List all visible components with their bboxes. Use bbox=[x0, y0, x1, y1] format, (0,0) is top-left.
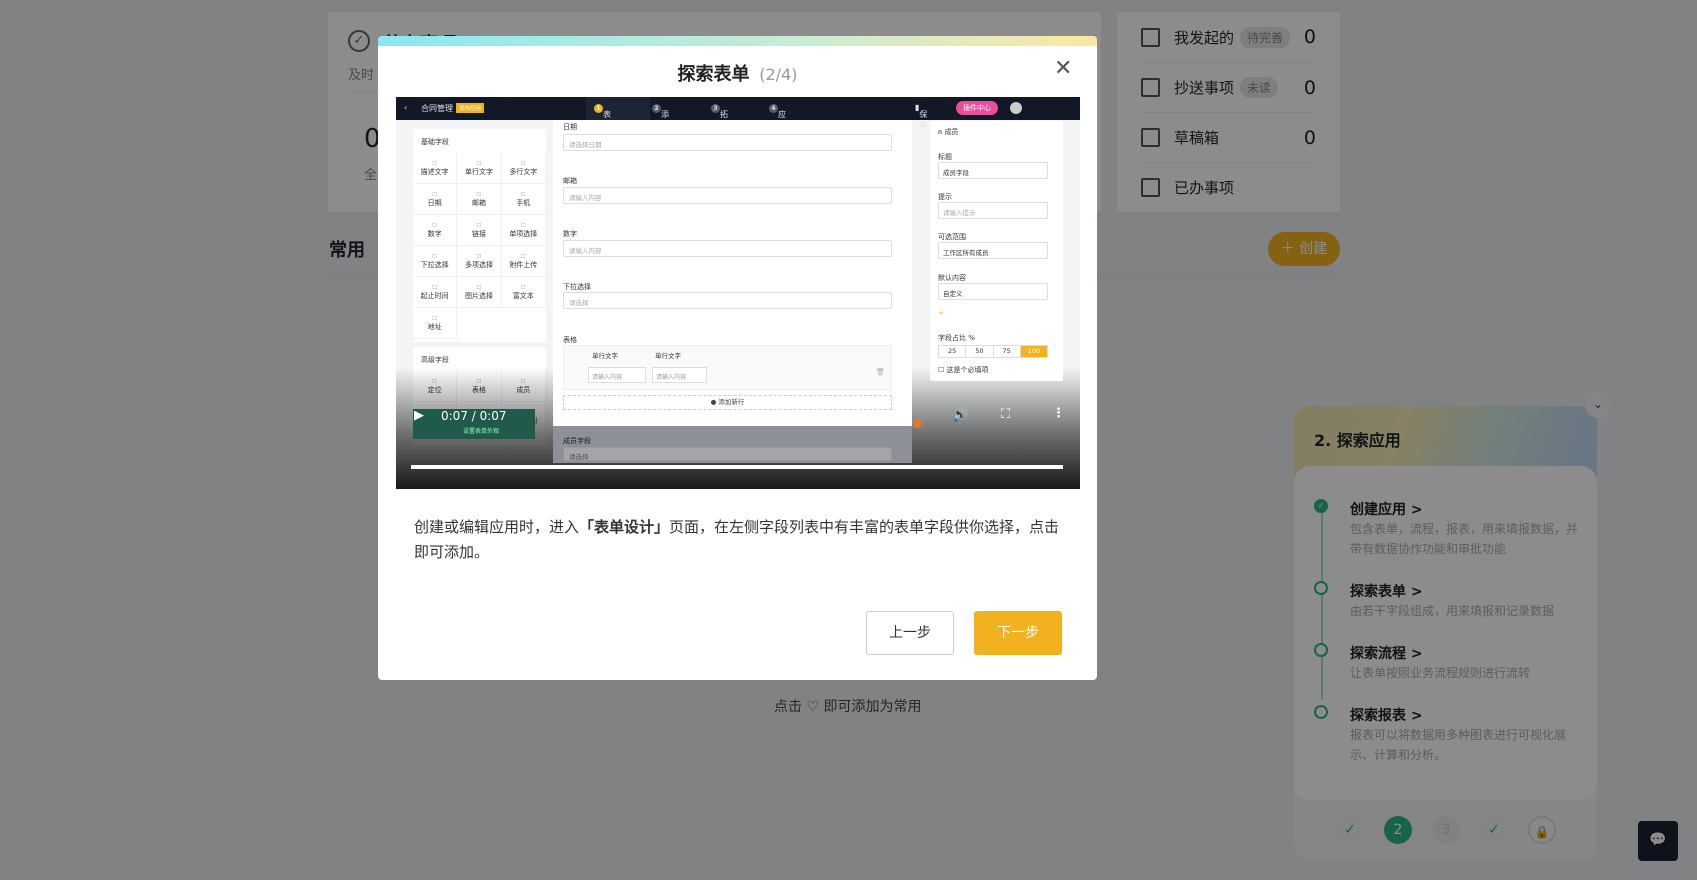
field-type-item: 链接 bbox=[457, 215, 502, 246]
volume-icon[interactable]: 🔊 bbox=[952, 408, 968, 423]
table-cell-input: 请输入内容 bbox=[588, 367, 646, 383]
ratio-option: 50 bbox=[966, 346, 994, 357]
title-input: 成员字段 bbox=[938, 162, 1048, 179]
title-progress: (2/4) bbox=[759, 65, 798, 84]
add-row-button: ● 添加新行 bbox=[563, 395, 892, 410]
field-type-item: 富文本 bbox=[501, 277, 546, 308]
basic-fields-grid: 描述文字单行文字多行文字日期邮箱手机数字链接单项选择下拉选择多项选择附件上传起止… bbox=[413, 153, 546, 339]
field-type-item: 日期 bbox=[413, 184, 458, 215]
video-time: 0:07 / 0:07 bbox=[441, 409, 507, 423]
form-canvas: 日期 请选择日期 邮箱 请输入内容 数字 请输入内容 下拉选择 请选择 表格 单… bbox=[553, 120, 912, 463]
avatar bbox=[1010, 102, 1022, 114]
field-type-item: 单项选择 bbox=[501, 215, 546, 246]
field-type-item: 地址 bbox=[413, 308, 458, 339]
prop-label: 提示 bbox=[938, 193, 952, 201]
field-type-item: 描述文字 bbox=[413, 153, 458, 184]
fullscreen-icon[interactable]: ⛶ bbox=[1001, 407, 1010, 422]
field-label: 成员字段 bbox=[563, 437, 591, 445]
field-type-item: 手机 bbox=[501, 184, 546, 215]
field-label: 邮箱 bbox=[563, 177, 577, 185]
member-input: 请选择 bbox=[563, 447, 892, 461]
field-type-item: 邮箱 bbox=[457, 184, 502, 215]
desc-bold: 「表单设计」 bbox=[579, 518, 670, 536]
play-icon[interactable]: ▶ bbox=[414, 408, 424, 423]
table-column-header: 单行文字 bbox=[592, 352, 618, 360]
properties-panel: ⍝ 成员 标题 成员字段 提示 请输入提示 可选范围 工作区所有成员 默认内容 … bbox=[930, 121, 1063, 381]
field-label: 数字 bbox=[563, 230, 577, 238]
default-select: 自定义 bbox=[938, 283, 1048, 300]
gradient-bar bbox=[378, 36, 1097, 46]
back-icon: ‹ bbox=[404, 103, 408, 112]
publish-badge: 发布应用 bbox=[456, 103, 485, 113]
hint-input: 请输入提示 bbox=[938, 202, 1048, 219]
table-cell-input: 请输入内容 bbox=[652, 367, 707, 383]
basic-fields-card: 基础字段 描述文字单行文字多行文字日期邮箱手机数字链接单项选择下拉选择多项选择附… bbox=[413, 129, 546, 342]
field-label: 日期 bbox=[563, 123, 577, 131]
next-button[interactable]: 下一步 bbox=[974, 611, 1062, 655]
dialog-title: 探索表单 (2/4) bbox=[378, 60, 1097, 86]
field-label: 下拉选择 bbox=[563, 283, 591, 291]
ratio-option: 25 bbox=[939, 346, 967, 357]
prop-label: 默认内容 bbox=[938, 274, 966, 282]
prop-label: 标题 bbox=[938, 153, 952, 161]
props-header: ⍝ 成员 bbox=[938, 128, 959, 136]
more-options-icon[interactable]: ⋮ bbox=[1052, 406, 1065, 421]
table-column-header: 单行文字 bbox=[655, 352, 681, 360]
field-type-item: 数字 bbox=[413, 215, 458, 246]
title-text: 探索表单 bbox=[677, 64, 750, 85]
basic-fields-title: 基础字段 bbox=[421, 138, 449, 146]
notification-dot bbox=[913, 419, 922, 428]
email-input: 请输入内容 bbox=[563, 187, 892, 204]
number-input: 请输入内容 bbox=[563, 240, 892, 257]
table-field: 单行文字 单行文字 请输入内容 请输入内容 🗑 bbox=[563, 345, 892, 390]
ratio-segmented: 25 50 75 100 bbox=[938, 345, 1048, 358]
field-type-item: 单行文字 bbox=[457, 153, 502, 184]
range-select: 工作区所有成员 bbox=[938, 242, 1048, 259]
trash-icon: 🗑 bbox=[876, 368, 885, 376]
dialog-description: 创建或编辑应用时，进入「表单设计」页面，在左侧字段列表中有丰富的表单字段供你选择… bbox=[414, 515, 1064, 565]
video-app-header: ‹ 合同管理 发布应用 1 表单设计 2 添加流程 3 拓展设置 4 应用发布 … bbox=[396, 97, 1080, 152]
ratio-option-selected: 100 bbox=[1020, 346, 1047, 357]
prop-label: 可选范围 bbox=[938, 233, 966, 241]
save-label: ▮ 保存 bbox=[915, 103, 928, 130]
advanced-fields-title: 高级字段 bbox=[421, 356, 449, 364]
prop-label: 字段占比 % bbox=[938, 334, 975, 342]
video-progress-track[interactable] bbox=[411, 465, 1063, 469]
field-type-item: 多项选择 bbox=[457, 246, 502, 277]
field-type-item: 多行文字 bbox=[501, 153, 546, 184]
date-input: 请选择日期 bbox=[563, 134, 892, 151]
field-type-item: 起止时间 bbox=[413, 277, 458, 308]
prev-button[interactable]: 上一步 bbox=[866, 611, 954, 655]
app-name: 合同管理 bbox=[421, 104, 453, 113]
field-type-item: 附件上传 bbox=[501, 246, 546, 277]
field-type-item: 图片选择 bbox=[457, 277, 502, 308]
close-icon[interactable]: ✕ bbox=[1054, 56, 1072, 81]
plus-icon: + bbox=[938, 309, 944, 317]
required-checkbox: ☐ 这是个必填项 bbox=[938, 366, 989, 374]
plugin-center-badge: 插件中心 bbox=[956, 101, 998, 115]
tutorial-video[interactable]: ‹ 合同管理 发布应用 1 表单设计 2 添加流程 3 拓展设置 4 应用发布 … bbox=[396, 97, 1080, 489]
dropdown-input: 请选择 bbox=[563, 292, 892, 309]
ratio-option: 75 bbox=[994, 346, 1021, 357]
explore-form-dialog: 探索表单 (2/4) ✕ ‹ 合同管理 发布应用 1 表单设计 2 添加流程 3… bbox=[378, 36, 1097, 680]
video-progress-fill bbox=[411, 465, 1063, 469]
field-label: 表格 bbox=[563, 336, 577, 344]
field-type-item: 下拉选择 bbox=[413, 246, 458, 277]
desc-text: 创建或编辑应用时，进入 bbox=[414, 518, 580, 536]
